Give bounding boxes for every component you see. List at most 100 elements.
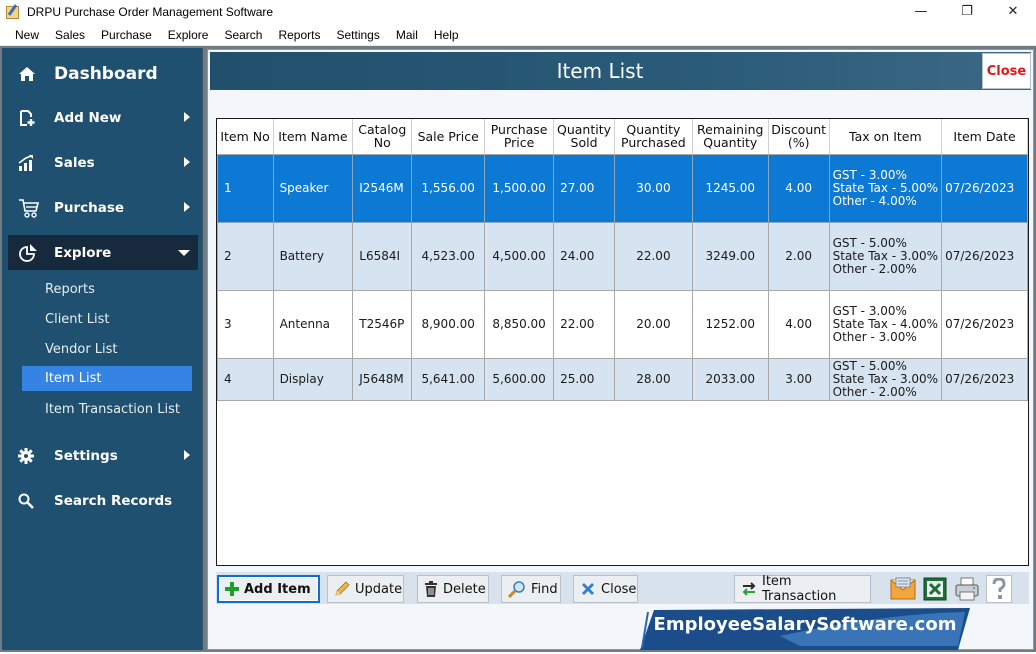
sidebar-subitem-item-list[interactable]: Item List — [22, 366, 192, 391]
table-row[interactable]: 1 Speaker I2546M 1,556.00 1,500.00 27.00… — [217, 153, 1028, 223]
pie-chart-icon — [18, 243, 48, 262]
col-header-quantity-sold[interactable]: Quantity Sold — [553, 119, 615, 155]
col-header-quantity-purchased[interactable]: Quantity Purchased — [614, 119, 693, 155]
sidebar-item-explore[interactable]: Explore — [8, 235, 198, 270]
menu-bar: New Sales Purchase Explore Search Report… — [0, 24, 1036, 46]
tax-state: State Tax - 5.00% — [832, 180, 939, 195]
cell-quantity-sold: 27.00 — [553, 153, 615, 223]
delete-button[interactable]: Delete — [417, 575, 489, 603]
content-panel: Item List Close Item No Item Name Catalo… — [207, 49, 1034, 650]
col-header-tax-on-item[interactable]: Tax on Item — [829, 119, 943, 155]
plus-icon — [225, 582, 239, 596]
sidebar-subitem-reports[interactable]: Reports — [22, 277, 192, 302]
cell-quantity-sold: 22.00 — [553, 289, 615, 359]
item-transaction-button[interactable]: Item Transaction — [734, 574, 871, 604]
table-header-row: Item No Item Name Catalog No Sale Price P… — [217, 119, 1028, 155]
cell-quantity-purchased: 28.00 — [614, 357, 693, 401]
cell-catalog-no: J5648M — [352, 357, 413, 401]
sidebar-item-settings[interactable]: Settings — [8, 438, 198, 473]
minimize-button[interactable]: — — [898, 0, 944, 22]
help-icon — [992, 578, 1006, 599]
print-button[interactable] — [954, 575, 980, 603]
table-row[interactable]: 4 Display J5648M 5,641.00 5,600.00 25.00… — [217, 357, 1028, 401]
update-button[interactable]: Update — [327, 575, 404, 603]
menu-purchase[interactable]: Purchase — [94, 28, 159, 42]
col-header-sale-price[interactable]: Sale Price — [411, 119, 486, 155]
cell-purchase-price: 5,600.00 — [484, 357, 555, 401]
menu-help[interactable]: Help — [427, 28, 466, 42]
tax-gst: GST - 3.00% — [832, 303, 907, 318]
menu-search[interactable]: Search — [217, 28, 269, 42]
cell-quantity-sold: 25.00 — [553, 357, 615, 401]
find-button[interactable]: Find — [501, 575, 561, 603]
col-header-item-no[interactable]: Item No — [217, 119, 274, 155]
magnifier-icon — [508, 580, 526, 598]
close-panel-button[interactable]: Close — [982, 53, 1031, 89]
col-header-item-name[interactable]: Item Name — [273, 119, 354, 155]
table-row[interactable]: 3 Antenna T2546P 8,900.00 8,850.00 22.00… — [217, 289, 1028, 359]
cell-item-date: 07/26/2023 — [941, 221, 1028, 291]
cell-item-no: 2 — [217, 221, 274, 291]
sidebar-item-add-new[interactable]: Add New — [8, 100, 198, 135]
sidebar-item-sales[interactable]: Sales — [8, 145, 198, 180]
col-header-discount[interactable]: Discount (%) — [768, 119, 830, 155]
col-header-item-date[interactable]: Item Date — [941, 119, 1028, 155]
menu-explore[interactable]: Explore — [161, 28, 216, 42]
cell-item-name: Battery — [272, 221, 354, 291]
cell-quantity-purchased: 20.00 — [614, 289, 693, 359]
item-table: Item No Item Name Catalog No Sale Price P… — [216, 118, 1029, 566]
sidebar-label: Explore — [54, 244, 112, 261]
col-header-catalog-no[interactable]: Catalog No — [352, 119, 413, 155]
cell-item-name: Display — [272, 357, 354, 401]
tax-state: State Tax - 4.00% — [832, 316, 939, 331]
menu-reports[interactable]: Reports — [271, 28, 327, 42]
col-header-purchase-price[interactable]: Purchase Price — [484, 119, 555, 155]
menu-new[interactable]: New — [8, 28, 46, 42]
tax-other: Other - 3.00% — [832, 329, 917, 344]
sidebar-subitem-client-list[interactable]: Client List — [22, 307, 192, 332]
col-header-remaining-quantity[interactable]: Remaining Quantity — [692, 119, 769, 155]
cell-sale-price: 4,523.00 — [411, 221, 486, 291]
sidebar-item-purchase[interactable]: Purchase — [8, 190, 198, 225]
sidebar: Dashboard Add New Sales Purchase Explore… — [2, 48, 203, 650]
sidebar-label: Purchase — [54, 199, 125, 216]
table-row[interactable]: 2 Battery L6584I 4,523.00 4,500.00 24.00… — [217, 221, 1028, 291]
tax-state: State Tax - 3.00% — [832, 248, 939, 263]
cart-icon — [18, 198, 48, 218]
cell-quantity-sold: 24.00 — [553, 221, 615, 291]
menu-mail[interactable]: Mail — [389, 28, 425, 42]
sidebar-item-search-records[interactable]: Search Records — [8, 483, 198, 518]
add-item-button[interactable]: Add Item — [217, 575, 320, 603]
restore-button[interactable]: ❐ — [944, 0, 990, 22]
excel-button[interactable] — [922, 575, 948, 603]
chevron-right-icon — [184, 202, 190, 212]
cell-tax-on-item: GST - 5.00% State Tax - 3.00% Other - 2.… — [828, 221, 943, 291]
window-close-button[interactable]: ✕ — [990, 0, 1036, 22]
window-title: DRPU Purchase Order Management Software — [27, 5, 274, 19]
mail-button[interactable] — [890, 575, 916, 603]
cell-item-no: 1 — [217, 153, 274, 223]
cell-item-date: 07/26/2023 — [941, 357, 1028, 401]
menu-sales[interactable]: Sales — [48, 28, 92, 42]
cell-discount: 2.00 — [767, 221, 830, 291]
content-header: Item List Close — [210, 52, 1031, 90]
cell-item-name: Speaker — [272, 153, 354, 223]
close-button[interactable]: Close — [573, 575, 638, 603]
help-button[interactable] — [986, 575, 1012, 603]
sidebar-subitem-item-transaction-list[interactable]: Item Transaction List — [22, 397, 192, 422]
sidebar-item-dashboard[interactable]: Dashboard — [8, 56, 198, 91]
cell-remaining-quantity: 1245.00 — [691, 153, 769, 223]
tax-gst: GST - 3.00% — [832, 167, 907, 182]
cell-sale-price: 1,556.00 — [411, 153, 486, 223]
tax-state: State Tax - 3.00% — [832, 371, 939, 386]
sales-chart-icon — [18, 154, 48, 171]
sidebar-subitem-vendor-list[interactable]: Vendor List — [22, 337, 192, 362]
tax-other: Other - 4.00% — [832, 193, 917, 208]
chevron-right-icon — [184, 112, 190, 122]
cell-remaining-quantity: 1252.00 — [691, 289, 769, 359]
close-x-icon — [580, 581, 596, 597]
menu-settings[interactable]: Settings — [330, 28, 387, 42]
sidebar-label: Add New — [54, 109, 122, 126]
trash-icon — [424, 581, 438, 597]
cell-item-no: 4 — [217, 357, 274, 401]
